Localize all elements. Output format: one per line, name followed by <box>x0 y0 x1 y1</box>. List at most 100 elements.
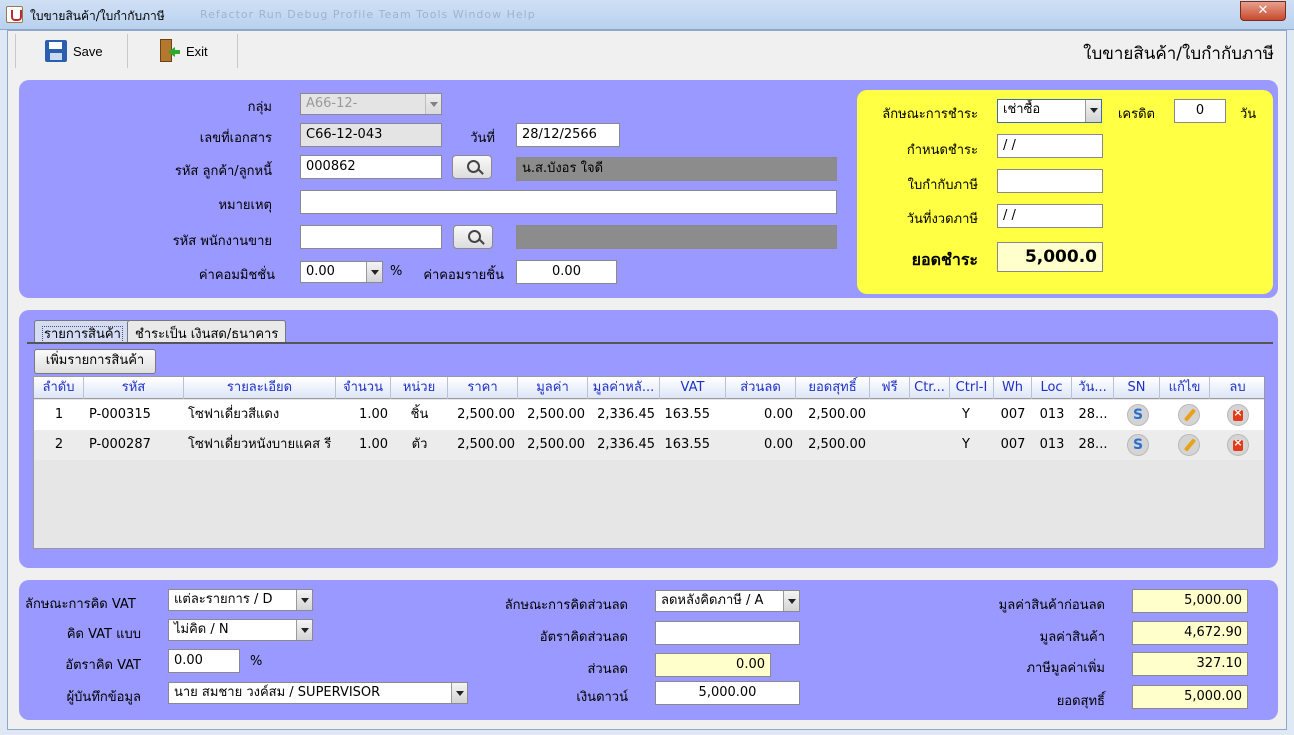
table-row[interactable]: 1 P-000315 โซฟาเดี่ยวสีแดง 1.00 ชิ้น 2,5… <box>34 400 1264 430</box>
column-header[interactable]: จำนวน <box>336 377 391 399</box>
tax-period-field[interactable]: / / <box>997 204 1103 228</box>
column-header[interactable]: SN <box>1114 377 1160 399</box>
vat-calc-label: ลักษณะการคิด VAT <box>25 597 136 612</box>
net-total-label: ยอดสุทธิ์ <box>1056 694 1105 709</box>
column-header[interactable]: มูลค่าหลั... <box>588 377 660 399</box>
vat-amount-field: 327.10 <box>1132 652 1248 676</box>
item-description: โซฟาเดี่ยวหนังบายแคส รี <box>188 437 332 452</box>
item-location: 013 <box>1039 437 1065 452</box>
salesman-search-button[interactable] <box>453 225 493 249</box>
column-header[interactable]: วัน... <box>1072 377 1114 399</box>
docno-field[interactable]: C66-12-043 <box>300 123 442 147</box>
group-label: กลุ่ม <box>247 100 272 115</box>
toolbar-separator <box>237 34 238 68</box>
vat-mode-combo[interactable]: ไม่คิด / N <box>168 619 313 641</box>
discount-calc-label: ลักษณะการคิดส่วนลด <box>504 598 628 613</box>
column-header[interactable]: รหัส <box>84 377 184 399</box>
item-warehouse: 007 <box>1000 407 1026 422</box>
item-amount: 2,500.00 <box>527 437 585 452</box>
close-window-button[interactable]: ✕ <box>1240 1 1286 21</box>
note-label: หมายเหตุ <box>218 198 272 213</box>
column-header[interactable]: ราคา <box>448 377 518 399</box>
value-before-discount-label: มูลค่าสินค้าก่อนลด <box>998 598 1105 613</box>
floppy-disk-icon <box>45 40 67 62</box>
recorder-label: ผู้บันทึกข้อมูล <box>66 690 141 705</box>
column-header[interactable]: ฟรี <box>870 377 910 399</box>
value-before-discount-field: 5,000.00 <box>1132 589 1248 613</box>
customer-code-field[interactable]: 000862 <box>300 155 442 179</box>
vat-mode-label: คิด VAT แบบ <box>66 627 141 642</box>
item-date: 28... <box>1078 407 1108 422</box>
row-number: 1 <box>54 407 64 422</box>
item-qty: 1.00 <box>359 407 388 422</box>
item-description: โซฟาเดี่ยวสีแดง <box>188 407 280 422</box>
item-amount-after: 2,336.45 <box>597 437 655 452</box>
add-item-button[interactable]: เพิ่มรายการสินค้า <box>34 349 156 374</box>
payment-total-label: ยอดชำระ <box>911 250 978 269</box>
salesman-code-field[interactable] <box>300 225 442 249</box>
item-code: P-000287 <box>89 437 151 452</box>
payment-total-field: 5,000.0 <box>997 242 1103 272</box>
column-header[interactable]: ส่วนลด <box>726 377 796 399</box>
tax-invoice-label: ใบกำกับภาษี <box>907 178 978 193</box>
delete-icon[interactable] <box>1227 434 1249 456</box>
column-header[interactable]: Wh <box>994 377 1032 399</box>
column-header[interactable]: Loc <box>1032 377 1072 399</box>
vat-rate-field[interactable]: 0.00 <box>168 649 240 673</box>
column-header[interactable]: Ctrl-I <box>950 377 994 399</box>
column-header[interactable]: ลำดับ <box>34 377 84 399</box>
delete-icon[interactable] <box>1227 404 1249 426</box>
goods-value-field: 4,672.90 <box>1132 621 1248 645</box>
row-number: 2 <box>54 437 64 452</box>
item-amount-after: 2,336.45 <box>597 407 655 422</box>
discount-calc-combo[interactable]: ลดหลังคิดภาษี / A <box>655 590 800 612</box>
item-vat: 163.55 <box>664 437 711 452</box>
item-unit: ชิ้น <box>410 407 429 422</box>
column-header[interactable]: มูลค่า <box>518 377 588 399</box>
items-table[interactable]: ลำดับ รหัส รายละเอียด จำนวน หน่วย ราคา ม… <box>33 376 1265 549</box>
tax-invoice-field[interactable] <box>997 169 1103 193</box>
discount-rate-field[interactable] <box>655 621 800 645</box>
credit-field[interactable]: 0 <box>1174 99 1226 123</box>
column-header[interactable]: หน่วย <box>391 377 448 399</box>
item-location: 013 <box>1039 407 1065 422</box>
form-title: ใบขายสินค้า/ใบกำกับภาษี <box>1083 44 1274 64</box>
group-combo[interactable]: A66-12- <box>300 93 442 115</box>
note-field[interactable] <box>300 190 837 214</box>
serial-number-icon[interactable] <box>1127 434 1149 456</box>
tab-payment-cash-bank[interactable]: ชำระเป็น เงินสด/ธนาคาร <box>127 320 287 342</box>
vat-rate-unit: % <box>250 654 263 669</box>
due-date-field[interactable]: / / <box>997 134 1103 158</box>
serial-number-icon[interactable] <box>1127 404 1149 426</box>
item-date: 28... <box>1078 437 1108 452</box>
save-label: Save <box>73 43 103 59</box>
docno-label: เลขที่เอกสาร <box>199 131 272 146</box>
column-header[interactable]: VAT <box>660 377 726 399</box>
payment-type-combo[interactable]: เช่าซื้อ <box>997 99 1102 123</box>
column-header[interactable]: ยอดสุทธิ์ <box>796 377 870 399</box>
date-field[interactable]: 28/12/2566 <box>516 123 620 147</box>
commission-per-item-field[interactable]: 0.00 <box>516 260 617 284</box>
customer-label: รหัส ลูกค้า/ลูกหนี้ <box>174 164 272 179</box>
customer-search-button[interactable] <box>452 155 492 179</box>
column-header[interactable]: แก้ไข <box>1160 377 1210 399</box>
table-row[interactable]: 2 P-000287 โซฟาเดี่ยวหนังบายแคส รี 1.00 … <box>34 430 1264 460</box>
save-button[interactable]: Save <box>45 33 103 69</box>
item-discount: 0.00 <box>764 437 793 452</box>
column-header[interactable]: Ctr... <box>910 377 950 399</box>
commission-unit: % <box>390 264 403 279</box>
edit-pencil-icon[interactable] <box>1178 434 1200 456</box>
down-payment-field[interactable]: 5,000.00 <box>655 681 800 705</box>
recorder-combo[interactable]: นาย สมชาย วงค์สม / SUPERVISOR <box>168 682 468 704</box>
vat-calc-combo[interactable]: แต่ละรายการ / D <box>168 589 313 611</box>
window-title: ใบขายสินค้า/ใบกำกับภาษี <box>30 9 165 23</box>
commission-combo[interactable]: 0.00 <box>300 261 383 283</box>
window-title-bar[interactable]: ใบขายสินค้า/ใบกำกับภาษี Refactor Run Deb… <box>0 0 1294 30</box>
exit-button[interactable]: Exit <box>158 33 208 69</box>
item-qty: 1.00 <box>359 437 388 452</box>
column-header[interactable]: รายละเอียด <box>184 377 336 399</box>
tab-items[interactable]: รายการสินค้า <box>34 320 131 343</box>
column-header[interactable]: ลบ <box>1210 377 1264 399</box>
edit-pencil-icon[interactable] <box>1178 404 1200 426</box>
net-total-field: 5,000.00 <box>1132 685 1248 709</box>
